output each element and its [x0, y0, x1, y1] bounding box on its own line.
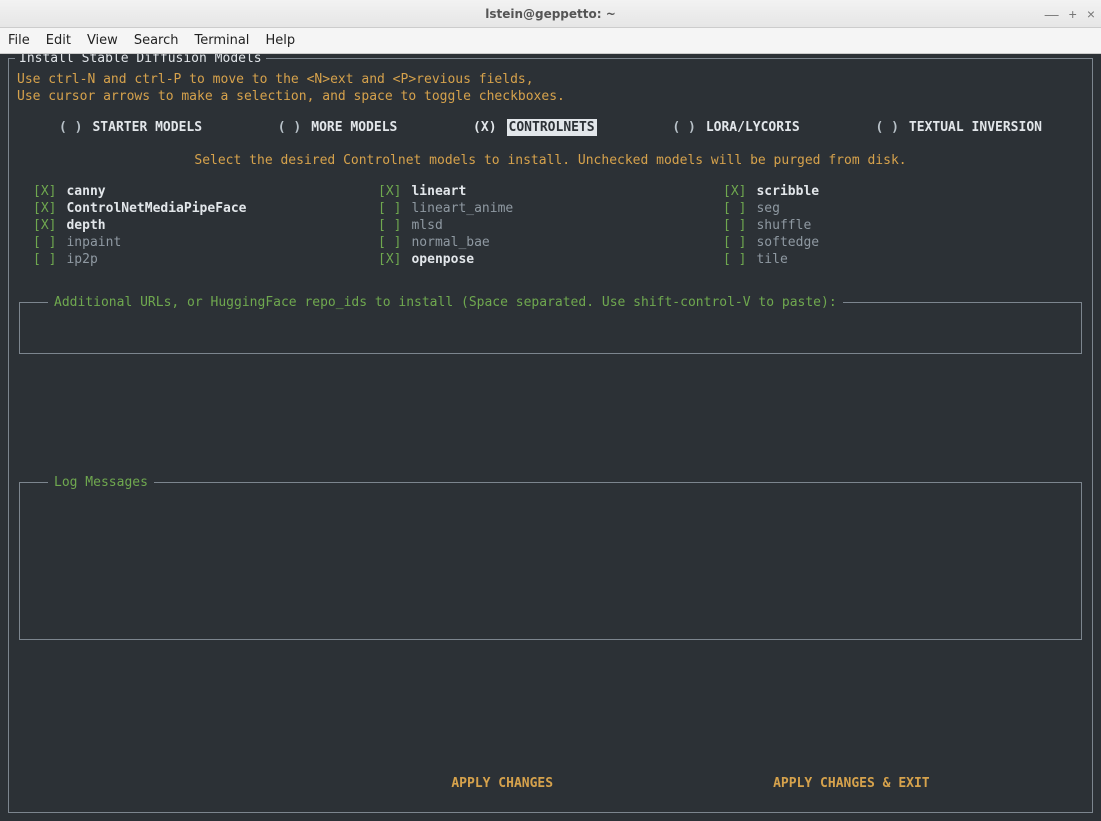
model-checkbox-openpose[interactable]: [X] openpose: [378, 251, 723, 268]
tab-starter-models[interactable]: ( ) STARTER MODELS: [59, 119, 202, 136]
menu-file[interactable]: File: [8, 33, 30, 48]
model-label: mlsd: [411, 217, 442, 234]
bottom-buttons: APPLY CHANGES APPLY CHANGES & EXIT: [9, 775, 1092, 792]
terminal-window: lstein@geppetto: ~ — + × File Edit View …: [0, 0, 1101, 821]
model-checkbox-seg[interactable]: [ ] seg: [723, 200, 1068, 217]
menu-search[interactable]: Search: [134, 33, 179, 48]
instructions-line2: Use cursor arrows to make a selection, a…: [17, 89, 565, 104]
checkbox-icon: [ ]: [33, 251, 56, 268]
tabs-row: ( ) STARTER MODELS ( ) MORE MODELS (X) CONTRO…: [9, 105, 1092, 136]
model-checkbox-canny[interactable]: [X] canny: [33, 183, 378, 200]
model-checkbox-scribble[interactable]: [X] scribble: [723, 183, 1068, 200]
model-checkbox-depth[interactable]: [X] depth: [33, 217, 378, 234]
tab-label: LORA/LYCORIS: [706, 119, 800, 136]
model-checkbox-inpaint[interactable]: [ ] inpaint: [33, 234, 378, 251]
radio-icon: ( ): [875, 119, 898, 136]
checkbox-icon: [ ]: [723, 234, 746, 251]
window-title: lstein@geppetto: ~: [485, 7, 616, 21]
log-messages-label: Log Messages: [48, 474, 154, 491]
model-label: canny: [66, 183, 105, 200]
tab-label: MORE MODELS: [311, 119, 397, 136]
model-label: tile: [756, 251, 787, 268]
model-checkbox-normal-bae[interactable]: [ ] normal_bae: [378, 234, 723, 251]
model-checkbox-shuffle[interactable]: [ ] shuffle: [723, 217, 1068, 234]
additional-urls-box: Additional URLs, or HuggingFace repo_ids…: [19, 302, 1082, 354]
tab-textual-inversion[interactable]: ( ) TEXTUAL INVERSION: [875, 119, 1042, 136]
log-messages-box: Log Messages: [19, 482, 1082, 640]
model-label: shuffle: [756, 217, 811, 234]
models-column: [X] canny [X] ControlNetMediaPipeFace [X] dep…: [33, 183, 378, 268]
apply-changes-exit-button[interactable]: APPLY CHANGES & EXIT: [773, 775, 930, 792]
tab-subtitle: Select the desired Controlnet models to …: [9, 136, 1092, 169]
radio-icon: ( ): [59, 119, 82, 136]
apply-changes-button[interactable]: APPLY CHANGES: [451, 775, 553, 792]
checkbox-icon: [X]: [33, 217, 56, 234]
terminal-body: Install Stable Diffusion Models Use ctrl…: [0, 54, 1101, 821]
radio-icon: ( ): [278, 119, 301, 136]
model-label: scribble: [756, 183, 819, 200]
checkbox-icon: [ ]: [723, 217, 746, 234]
tab-label: STARTER MODELS: [92, 119, 202, 136]
close-icon[interactable]: ×: [1087, 6, 1095, 22]
instructions-line1: Use ctrl-N and ctrl-P to move to the <N>…: [17, 72, 534, 87]
additional-urls-label: Additional URLs, or HuggingFace repo_ids…: [48, 294, 843, 311]
model-label: ControlNetMediaPipeFace: [66, 200, 246, 217]
models-column: [X] lineart [ ] lineart_anime [ ] mlsd [ ] norm…: [378, 183, 723, 268]
tab-lora-lycoris[interactable]: ( ) LORA/LYCORIS: [672, 119, 799, 136]
model-checkbox-mlsd[interactable]: [ ] mlsd: [378, 217, 723, 234]
model-label: lineart: [411, 183, 466, 200]
menu-view[interactable]: View: [87, 33, 118, 48]
tab-label: TEXTUAL INVERSION: [909, 119, 1042, 136]
model-checkbox-controlnetmediapipeface[interactable]: [X] ControlNetMediaPipeFace: [33, 200, 378, 217]
menu-terminal[interactable]: Terminal: [194, 33, 249, 48]
models-column: [X]scribble[ ]seg[ ]shuffle[ ]softedge[ …: [723, 183, 1068, 268]
model-checkbox-lineart[interactable]: [X] lineart: [378, 183, 723, 200]
menubar: File Edit View Search Terminal Help: [0, 28, 1101, 54]
radio-icon: ( ): [672, 119, 695, 136]
model-label: openpose: [411, 251, 474, 268]
checkbox-icon: [ ]: [723, 200, 746, 217]
installer-frame: Install Stable Diffusion Models Use ctrl…: [8, 58, 1093, 813]
model-checkbox-tile[interactable]: [ ] tile: [723, 251, 1068, 268]
checkbox-icon: [ ]: [378, 217, 401, 234]
model-label: normal_bae: [411, 234, 489, 251]
model-checkbox-ip2p[interactable]: [ ] ip2p: [33, 251, 378, 268]
checkbox-icon: [ ]: [378, 234, 401, 251]
titlebar: lstein@geppetto: ~ — + ×: [0, 0, 1101, 28]
menu-edit[interactable]: Edit: [46, 33, 71, 48]
model-label: seg: [756, 200, 779, 217]
window-controls: — + ×: [1045, 0, 1095, 28]
model-label: ip2p: [66, 251, 97, 268]
tab-label: CONTROLNETS: [507, 119, 597, 136]
models-grid: [X] canny [X] ControlNetMediaPipeFace [X] dep…: [9, 169, 1092, 268]
radio-icon: (X): [473, 119, 496, 136]
checkbox-icon: [ ]: [723, 251, 746, 268]
installer-title: Install Stable Diffusion Models: [15, 54, 266, 67]
checkbox-icon: [X]: [33, 183, 56, 200]
checkbox-icon: [X]: [33, 200, 56, 217]
model-checkbox-softedge[interactable]: [ ] softedge: [723, 234, 1068, 251]
checkbox-icon: [X]: [378, 183, 401, 200]
checkbox-icon: [X]: [723, 183, 746, 200]
checkbox-icon: [ ]: [33, 234, 56, 251]
checkbox-icon: [X]: [378, 251, 401, 268]
model-label: softedge: [756, 234, 819, 251]
maximize-icon[interactable]: +: [1069, 6, 1077, 22]
tab-controlnets[interactable]: (X) CONTROLNETS: [473, 119, 597, 136]
checkbox-icon: [ ]: [378, 200, 401, 217]
model-label: depth: [66, 217, 105, 234]
tab-more-models[interactable]: ( ) MORE MODELS: [278, 119, 398, 136]
minimize-icon[interactable]: —: [1045, 6, 1059, 22]
model-label: inpaint: [66, 234, 121, 251]
model-checkbox-lineart-anime[interactable]: [ ] lineart_anime: [378, 200, 723, 217]
menu-help[interactable]: Help: [265, 33, 295, 48]
model-label: lineart_anime: [411, 200, 513, 217]
